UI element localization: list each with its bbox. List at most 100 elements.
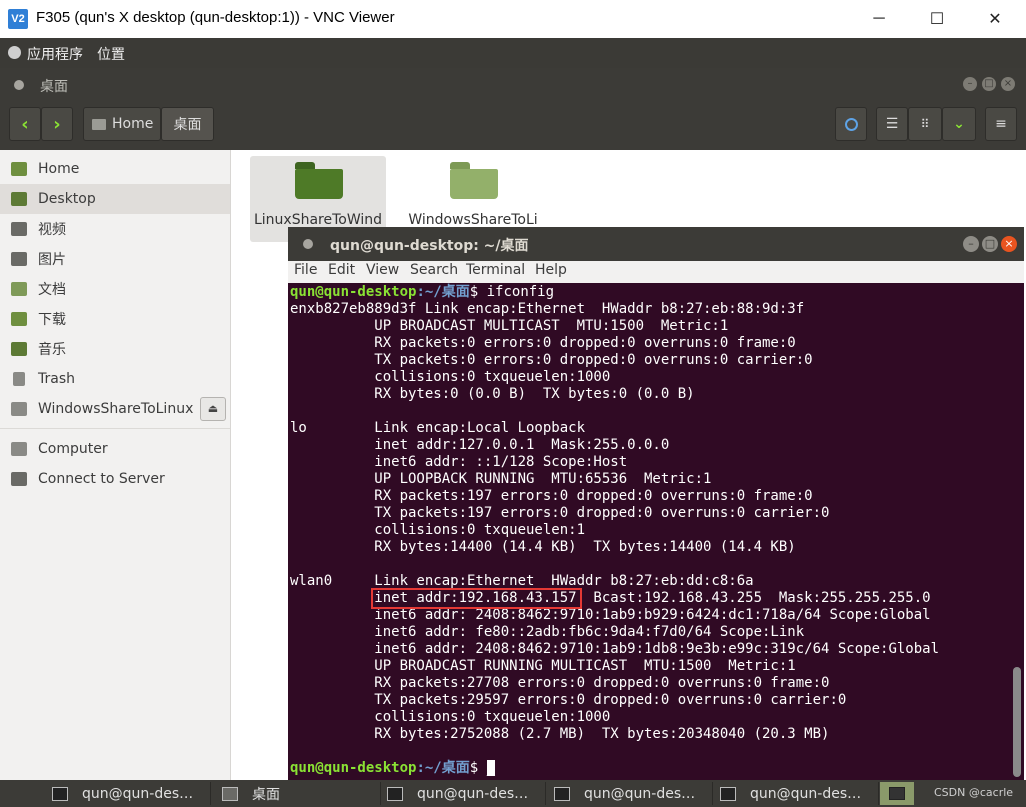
search-button[interactable] bbox=[835, 107, 867, 141]
sidebar-item-home[interactable]: Home bbox=[0, 154, 230, 184]
prompt-path: :~/桌面 bbox=[416, 760, 470, 776]
folder-icon bbox=[450, 162, 498, 199]
terminal-close-button[interactable]: × bbox=[1001, 236, 1017, 252]
menu-button[interactable]: ≡ bbox=[985, 107, 1017, 141]
task-label: qun@qun-des… bbox=[417, 785, 529, 802]
places-sidebar: Home Desktop 视频 图片 文档 下载 音乐 Trash Window… bbox=[0, 150, 231, 780]
sidebar-item-label: 音乐 bbox=[38, 342, 66, 358]
list-view-button[interactable]: ☰ bbox=[876, 107, 908, 141]
output-line: inet6 addr: ::1/128 Scope:Host bbox=[374, 454, 628, 470]
menu-file[interactable]: File bbox=[294, 262, 317, 278]
back-button[interactable]: ‹ bbox=[9, 107, 41, 141]
file-manager-title-bar: 桌面 – □ × bbox=[0, 68, 1026, 102]
fm-minimize-button[interactable]: – bbox=[963, 77, 977, 91]
output-line: TX packets:197 errors:0 dropped:0 overru… bbox=[374, 505, 830, 521]
terminal-icon bbox=[52, 786, 68, 801]
output-line: inet6 addr: 2408:8462:9710:1ab9:1db8:9e3… bbox=[374, 641, 940, 657]
task-label: qun@qun-des… bbox=[82, 785, 194, 802]
task-terminal-2[interactable]: qun@qun-des… bbox=[375, 782, 546, 805]
desktop-icon bbox=[11, 192, 27, 206]
folder-label: WindowsShareToLi bbox=[408, 212, 538, 228]
window-menu-icon[interactable] bbox=[14, 80, 24, 90]
workspace-switcher[interactable] bbox=[880, 782, 914, 805]
task-file-manager[interactable]: 桌面 bbox=[210, 782, 381, 805]
window-menu-icon[interactable] bbox=[303, 239, 313, 249]
places-menu[interactable]: 位置 bbox=[97, 44, 125, 64]
computer-icon bbox=[11, 442, 27, 456]
sidebar-item-pictures[interactable]: 图片 bbox=[0, 244, 230, 274]
sidebar-item-label: 下载 bbox=[38, 312, 66, 328]
vnc-logo-icon: V2 bbox=[8, 9, 28, 29]
menu-search[interactable]: Search bbox=[410, 262, 458, 278]
home-icon bbox=[11, 162, 27, 176]
terminal-screen[interactable]: qun@qun-desktop:~/桌面$ ifconfig enxb827eb… bbox=[288, 283, 1010, 780]
workspace-icon bbox=[889, 787, 905, 800]
prompt-path: :~/桌面 bbox=[416, 284, 470, 300]
task-label: qun@qun-des… bbox=[750, 785, 862, 802]
view-options-button[interactable]: ⌄ bbox=[942, 107, 976, 141]
desktop-top-panel: 应用程序 位置 bbox=[0, 38, 1026, 68]
eject-button[interactable]: ⏏ bbox=[200, 397, 226, 421]
scrollbar-thumb[interactable] bbox=[1013, 667, 1021, 777]
grid-view-button[interactable]: ⠿ bbox=[908, 107, 942, 141]
sidebar-item-label: 视频 bbox=[38, 222, 66, 238]
sidebar-item-computer[interactable]: Computer bbox=[0, 434, 230, 464]
prompt-symbol: $ bbox=[469, 284, 479, 300]
prompt-line: qun@qun-desktop:~/桌面$ ifconfig bbox=[290, 284, 554, 300]
sidebar-divider bbox=[0, 428, 230, 429]
applications-menu[interactable]: 应用程序 bbox=[27, 44, 83, 64]
menu-help[interactable]: Help bbox=[535, 262, 567, 278]
terminal-title: qun@qun-desktop: ~/桌面 bbox=[330, 238, 529, 254]
prompt-symbol: $ bbox=[469, 760, 479, 776]
file-manager-toolbar: ‹ › Home 桌面 ☰ ⠿ ⌄ ≡ bbox=[0, 102, 1026, 151]
terminal-minimize-button[interactable]: – bbox=[963, 236, 979, 252]
cursor: _ bbox=[486, 760, 496, 776]
terminal-window: qun@qun-desktop: ~/桌面 – □ × File Edit Vi… bbox=[288, 227, 1024, 780]
sidebar-item-label: Trash bbox=[38, 371, 75, 387]
prompt-command: ifconfig bbox=[478, 284, 555, 300]
sidebar-item-windows-share[interactable]: WindowsShareToLinux ⏏ bbox=[0, 394, 230, 424]
sidebar-item-desktop[interactable]: Desktop bbox=[0, 184, 230, 214]
output-line: UP BROADCAST RUNNING MULTICAST MTU:1500 … bbox=[374, 658, 796, 674]
menu-edit[interactable]: Edit bbox=[328, 262, 355, 278]
task-terminal-3[interactable]: qun@qun-des… bbox=[542, 782, 713, 805]
chevron-right-icon: › bbox=[53, 113, 61, 135]
fm-close-button[interactable]: × bbox=[1001, 77, 1015, 91]
hamburger-menu-icon: ≡ bbox=[995, 116, 1007, 132]
sidebar-item-label: Home bbox=[38, 161, 80, 177]
breadcrumb-current[interactable]: 桌面 bbox=[161, 107, 214, 141]
sidebar-item-trash[interactable]: Trash bbox=[0, 364, 230, 394]
folder-icon bbox=[295, 162, 343, 199]
task-label: qun@qun-des… bbox=[584, 785, 696, 802]
sidebar-item-label: Connect to Server bbox=[38, 471, 165, 487]
taskbar: qun@qun-des… 桌面 qun@qun-des… qun@qun-des… bbox=[0, 780, 1026, 807]
terminal-icon bbox=[720, 786, 736, 801]
output-line: inet6 addr: fe80::2adb:fb6c:9da4:f7d0/64… bbox=[374, 624, 805, 640]
sidebar-item-downloads[interactable]: 下载 bbox=[0, 304, 230, 334]
sidebar-item-documents[interactable]: 文档 bbox=[0, 274, 230, 304]
sidebar-item-videos[interactable]: 视频 bbox=[0, 214, 230, 244]
terminal-icon bbox=[554, 786, 570, 801]
output-line: RX packets:27708 errors:0 dropped:0 over… bbox=[374, 675, 830, 691]
list-view-icon: ☰ bbox=[885, 116, 899, 132]
close-button[interactable]: ✕ bbox=[966, 0, 1024, 38]
task-terminal-4[interactable]: qun@qun-des… bbox=[708, 782, 879, 805]
menu-terminal[interactable]: Terminal bbox=[466, 262, 525, 278]
sidebar-item-music[interactable]: 音乐 bbox=[0, 334, 230, 364]
terminal-maximize-button[interactable]: □ bbox=[982, 236, 998, 252]
menu-view[interactable]: View bbox=[366, 262, 399, 278]
file-manager-icon bbox=[222, 786, 238, 801]
watermark: CSDN @cacrle bbox=[934, 786, 1014, 799]
music-icon bbox=[11, 342, 27, 356]
fm-maximize-button[interactable]: □ bbox=[982, 77, 996, 91]
terminal-menubar: File Edit View Search Terminal Help bbox=[288, 261, 1024, 283]
forward-button[interactable]: › bbox=[41, 107, 73, 141]
task-terminal-1[interactable]: qun@qun-des… bbox=[40, 782, 211, 805]
output-line: collisions:0 txqueuelen:1 bbox=[374, 522, 586, 538]
sidebar-item-connect-server[interactable]: Connect to Server bbox=[0, 464, 230, 494]
file-manager-title: 桌面 bbox=[40, 79, 68, 95]
breadcrumb-home[interactable]: Home bbox=[83, 107, 161, 141]
maximize-button[interactable]: ☐ bbox=[908, 0, 966, 38]
sidebar-item-label: 图片 bbox=[38, 252, 66, 268]
minimize-button[interactable]: ─ bbox=[850, 0, 908, 38]
